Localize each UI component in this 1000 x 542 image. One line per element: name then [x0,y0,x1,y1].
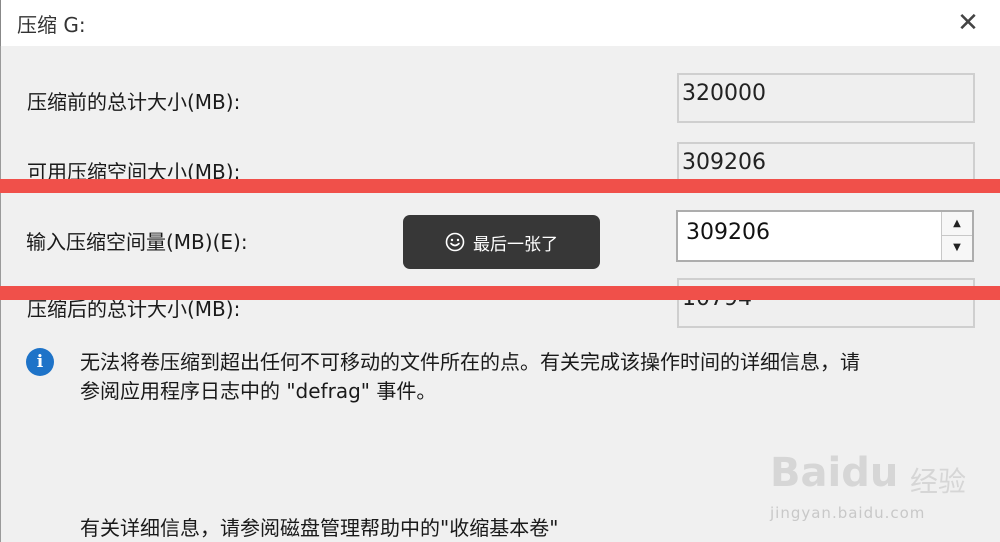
watermark-url: jingyan.baidu.com [770,504,926,522]
spin-up-button[interactable]: ▲ [942,212,972,236]
info-message: 无法将卷压缩到超出任何不可移动的文件所在的点。有关完成该操作时间的详细信息，请 … [80,348,980,406]
input-label: 输入压缩空间量(MB)(E): [26,230,248,254]
close-button[interactable]: ✕ [945,0,991,46]
annotation-line-top [0,179,1000,193]
total-before-field: 320000 [677,73,975,123]
spin-down-button[interactable]: ▼ [942,236,972,259]
info-line-2: 参阅应用程序日志中的 "defrag" 事件。 [80,379,437,403]
baidu-watermark: Baidu 经验 jingyan.baidu.com [762,432,992,532]
arrow-down-icon: ▼ [953,242,961,253]
close-icon: ✕ [957,8,979,38]
shrink-amount-input[interactable]: 309206 ▲ ▼ [676,210,974,262]
arrow-up-icon: ▲ [953,218,961,229]
info-icon: i [26,348,54,376]
window-title: 压缩 G: [17,13,86,37]
shrink-amount-value[interactable]: 309206 [686,220,770,245]
total-before-label: 压缩前的总计大小(MB): [27,90,241,114]
info-line-1: 无法将卷压缩到超出任何不可移动的文件所在的点。有关完成该操作时间的详细信息，请 [80,350,860,374]
watermark-cn: 经验 [910,465,967,498]
toast-text: 最后一张了 [473,234,558,255]
watermark-brand: Baidu [770,450,899,496]
spinner: ▲ ▼ [941,212,972,260]
help-link-text: 有关详细信息，请参阅磁盘管理帮助中的"收缩基本卷" [80,516,559,540]
smile-icon [445,232,465,252]
title-bar: 压缩 G: ✕ [0,0,1000,46]
toast: 最后一张了 [403,215,600,269]
annotation-line-bottom [0,286,1000,300]
